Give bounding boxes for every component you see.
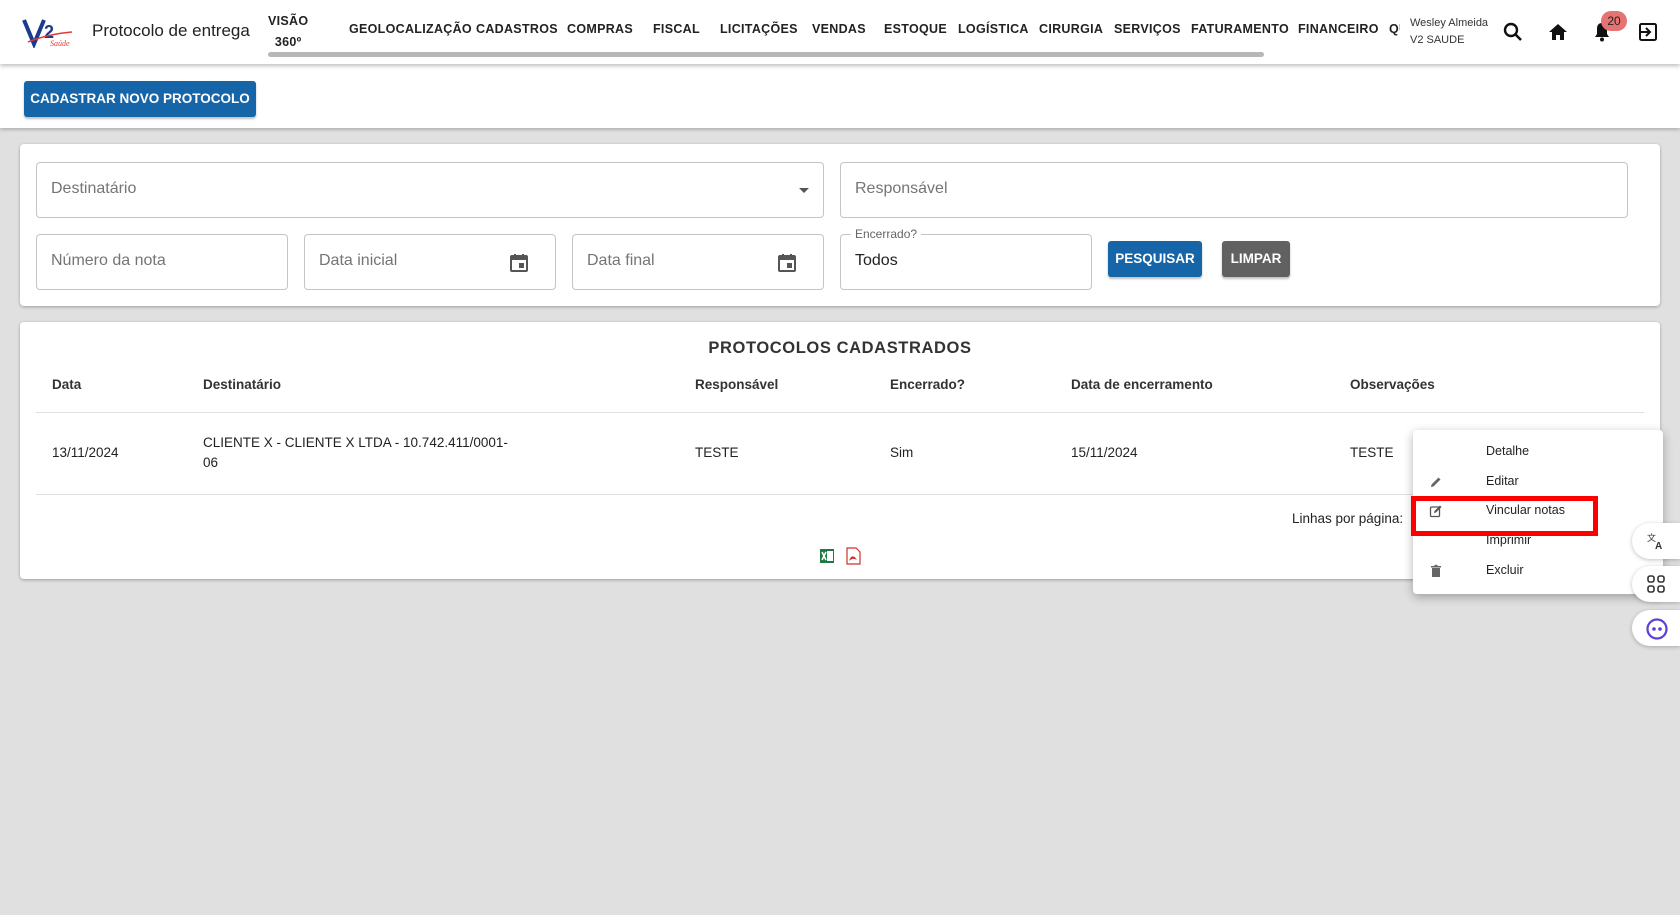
col-header-data-encerramento[interactable]: Data de encerramento <box>1071 377 1213 392</box>
menu-item-label: Imprimir <box>1486 533 1532 547</box>
row-actions-menu: Detalhe Editar Vincular notas Imprimir E… <box>1413 430 1663 594</box>
menu-item-imprimir[interactable]: Imprimir <box>1413 527 1663 555</box>
menu-item-label: Editar <box>1486 474 1519 488</box>
action-bar: CADASTRAR NOVO PROTOCOLO <box>0 64 1680 128</box>
assistant-widget[interactable] <box>1632 610 1680 646</box>
data-final-field[interactable]: Data final <box>572 234 824 290</box>
menu-item-vincular-notas[interactable]: Vincular notas <box>1413 497 1663 525</box>
nav-visao-360[interactable]: VISÃO 360º <box>268 11 308 53</box>
destinatario-select[interactable]: Destinatário <box>36 162 824 218</box>
translate-icon: 文 A <box>1647 532 1662 551</box>
nav-faturamento[interactable]: FATURAMENTO <box>1191 22 1289 36</box>
row-divider <box>36 494 1644 495</box>
menu-item-label: Excluir <box>1486 563 1524 577</box>
excel-export-icon[interactable] <box>819 547 835 565</box>
encerrado-label: Encerrado? <box>851 227 922 241</box>
home-icon[interactable] <box>1546 20 1570 44</box>
calendar-icon[interactable] <box>507 251 531 275</box>
page-title: Protocolo de entrega <box>92 21 250 40</box>
v2-saude-logo[interactable]: 2 Saúde <box>22 16 74 48</box>
trash-icon <box>1431 564 1441 577</box>
user-name: Wesley Almeida <box>1410 17 1489 29</box>
menu-item-label: Detalhe <box>1486 444 1530 458</box>
nav-more[interactable]: QU <box>1389 22 1400 36</box>
nav-cadastros[interactable]: CADASTROS <box>476 22 558 36</box>
cell-encerrado: Sim <box>890 445 914 460</box>
col-header-responsavel[interactable]: Responsável <box>695 377 778 392</box>
cell-data: 13/11/2024 <box>52 445 119 460</box>
data-final-placeholder: Data final <box>587 252 655 269</box>
search-button[interactable]: PESQUISAR <box>1108 241 1202 277</box>
filter-card: Destinatário Responsável Número da nota … <box>20 144 1660 306</box>
nav-compras[interactable]: COMPRAS <box>567 22 633 36</box>
svg-text:Saúde: Saúde <box>50 39 70 48</box>
translate-widget[interactable]: 文 A <box>1632 523 1680 559</box>
nav-logistica[interactable]: LOGÍSTICA <box>958 22 1029 36</box>
destinatario-placeholder: Destinatário <box>51 180 137 197</box>
cell-observacoes: TESTE <box>1350 445 1394 460</box>
menu-item-editar[interactable]: Editar <box>1413 468 1663 496</box>
menu-item-excluir[interactable]: Excluir <box>1413 557 1663 585</box>
cell-data-encerramento: 15/11/2024 <box>1071 445 1138 460</box>
pdf-export-icon[interactable] <box>845 547 861 565</box>
nav-licitacoes[interactable]: LICITAÇÕES <box>720 22 798 36</box>
header-divider <box>36 412 1644 413</box>
col-header-observacoes[interactable]: Observações <box>1350 377 1435 392</box>
encerrado-value: Todos <box>855 252 898 269</box>
data-inicial-placeholder: Data inicial <box>319 252 398 269</box>
cell-responsavel: TESTE <box>695 445 739 460</box>
top-app-bar: 2 Saúde Protocolo de entrega VISÃO 360º … <box>0 0 1680 64</box>
nav-vendas[interactable]: VENDAS <box>812 22 866 36</box>
user-info[interactable]: Wesley Almeida V2 SAUDE <box>1410 15 1488 49</box>
notification-badge: 20 <box>1601 11 1627 31</box>
calendar-icon[interactable] <box>775 251 799 275</box>
rows-per-page-label: Linhas por página: <box>1292 511 1404 526</box>
menu-item-label: Vincular notas <box>1486 503 1565 517</box>
edit-link-icon <box>1429 505 1442 518</box>
table-title: PROTOCOLOS CADASTRADOS <box>708 339 972 357</box>
pencil-icon <box>1431 477 1441 487</box>
apps-grid-icon <box>1647 575 1665 593</box>
nav-scrollbar[interactable] <box>268 52 1264 57</box>
responsavel-field[interactable]: Responsável <box>840 162 1628 218</box>
clear-button[interactable]: LIMPAR <box>1222 241 1290 277</box>
cell-destinatario: CLIENTE X - CLIENTE X LTDA - 10.742.411/… <box>203 435 508 470</box>
nav-geolocalizacao[interactable]: GEOLOCALIZAÇÃO <box>349 22 472 36</box>
dropdown-arrow-icon[interactable] <box>797 187 811 195</box>
col-header-encerrado[interactable]: Encerrado? <box>890 377 965 392</box>
responsavel-placeholder: Responsável <box>855 180 948 197</box>
logout-icon[interactable] <box>1636 20 1660 44</box>
nav-estoque[interactable]: ESTOQUE <box>884 22 947 36</box>
assistant-bot-icon <box>1646 618 1668 640</box>
numero-nota-field[interactable]: Número da nota <box>36 234 288 290</box>
svg-text:A: A <box>1655 541 1662 551</box>
numero-nota-placeholder: Número da nota <box>51 252 166 269</box>
menu-item-detalhe[interactable]: Detalhe <box>1413 438 1663 466</box>
nav-financeiro[interactable]: FINANCEIRO <box>1298 22 1379 36</box>
col-header-destinatario[interactable]: Destinatário <box>203 377 281 392</box>
encerrado-select[interactable]: Encerrado? Todos <box>840 227 1092 290</box>
nav-servicos[interactable]: SERVIÇOS <box>1114 22 1181 36</box>
search-icon[interactable] <box>1501 20 1525 44</box>
data-inicial-field[interactable]: Data inicial <box>304 234 556 290</box>
new-protocol-button[interactable]: CADASTRAR NOVO PROTOCOLO <box>24 81 256 117</box>
nav-cirurgia[interactable]: CIRURGIA <box>1039 22 1103 36</box>
nav-fiscal[interactable]: FISCAL <box>653 22 700 36</box>
user-company: V2 SAUDE <box>1410 34 1465 46</box>
col-header-data[interactable]: Data <box>52 377 81 392</box>
apps-widget[interactable] <box>1632 566 1680 602</box>
